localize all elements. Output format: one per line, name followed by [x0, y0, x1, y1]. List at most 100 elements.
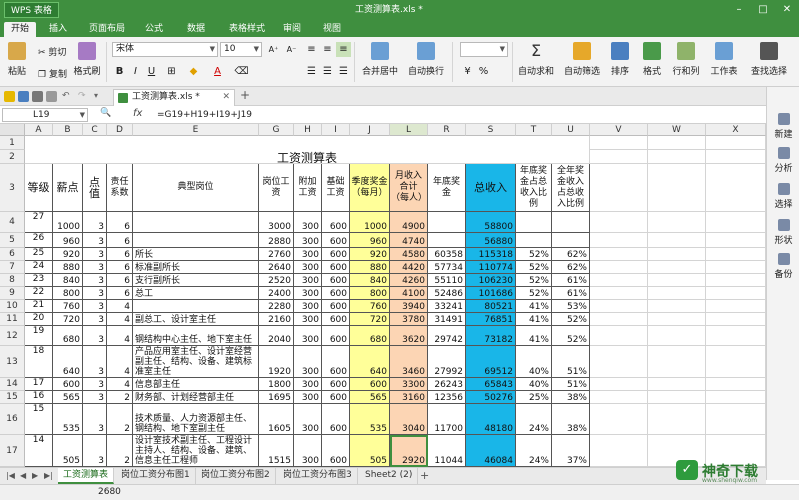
- cell-i7[interactable]: 600: [322, 261, 350, 274]
- row-header-7[interactable]: 7: [0, 261, 25, 274]
- cell-j4[interactable]: 1000: [350, 212, 390, 233]
- cell-h4[interactable]: 300: [294, 212, 322, 233]
- cell-b14[interactable]: 600: [53, 378, 83, 391]
- cell-a14[interactable]: 17: [25, 378, 53, 391]
- cell-v17[interactable]: [590, 435, 648, 467]
- cell-v15[interactable]: [590, 391, 648, 404]
- header-u[interactable]: 全年奖金收入占总收入比例: [552, 164, 590, 212]
- cell-r17[interactable]: 11044: [428, 435, 466, 467]
- tab-table-style[interactable]: 表格样式: [222, 22, 272, 37]
- cell-a6[interactable]: 25: [25, 248, 53, 261]
- cell-l4[interactable]: 4900: [390, 212, 428, 233]
- cell-w2[interactable]: [648, 150, 706, 164]
- cell-w11[interactable]: [648, 313, 706, 326]
- sidebar-item-new[interactable]: 新建: [767, 113, 799, 140]
- close-icon[interactable]: ✕: [779, 2, 795, 18]
- header-h[interactable]: 附加工资: [294, 164, 322, 212]
- header-j[interactable]: 季度奖金（每月）: [350, 164, 390, 212]
- cell-l7[interactable]: 4420: [390, 261, 428, 274]
- cell-b6[interactable]: 920: [53, 248, 83, 261]
- cell-s8[interactable]: 106230: [466, 274, 516, 287]
- cell-c6[interactable]: 3: [83, 248, 107, 261]
- cell-i6[interactable]: 600: [322, 248, 350, 261]
- cell-d6[interactable]: 6: [107, 248, 133, 261]
- cell-e4[interactable]: [133, 212, 259, 233]
- cell-x16[interactable]: [706, 404, 766, 435]
- header-a[interactable]: 等级: [25, 164, 53, 212]
- cell-v1[interactable]: [590, 136, 648, 150]
- cell-g5[interactable]: 2880: [259, 233, 294, 248]
- cell-u12[interactable]: 52%: [552, 326, 590, 346]
- cell-w1[interactable]: [648, 136, 706, 150]
- cell-a16[interactable]: 15: [25, 404, 53, 435]
- row-header-12[interactable]: 12: [0, 326, 25, 346]
- cell-u14[interactable]: 51%: [552, 378, 590, 391]
- cell-t5[interactable]: [516, 233, 552, 248]
- cell-c16[interactable]: 3: [83, 404, 107, 435]
- row-header-8[interactable]: 8: [0, 274, 25, 287]
- cell-v8[interactable]: [590, 274, 648, 287]
- cell-v16[interactable]: [590, 404, 648, 435]
- cell-g9[interactable]: 2400: [259, 287, 294, 300]
- header-e[interactable]: 典型岗位: [133, 164, 259, 212]
- column-header-w[interactable]: W: [648, 124, 706, 136]
- row-header-9[interactable]: 9: [0, 287, 25, 300]
- cell-t9[interactable]: 52%: [516, 287, 552, 300]
- maximize-icon[interactable]: □: [755, 2, 771, 18]
- tab-formulas[interactable]: 公式: [138, 22, 170, 37]
- close-tab-icon[interactable]: ✕: [222, 90, 230, 105]
- cell-j11[interactable]: 720: [350, 313, 390, 326]
- cell-a12[interactable]: 19: [25, 326, 53, 346]
- cell-e13[interactable]: 产品应用室主任、设计室经营副主任、结构、设备、建筑标准室主任: [133, 346, 259, 378]
- column-header-g[interactable]: G: [259, 124, 294, 136]
- increase-font-icon[interactable]: A⁺: [266, 42, 281, 57]
- cell-d8[interactable]: 6: [107, 274, 133, 287]
- cell-v5[interactable]: [590, 233, 648, 248]
- copy-button[interactable]: ❐ 复制: [38, 67, 67, 80]
- sidebar-item-backup[interactable]: 备份: [767, 253, 799, 280]
- cell-r5[interactable]: [428, 233, 466, 248]
- header-l[interactable]: 月收入合计（每人）: [390, 164, 428, 212]
- cell-g8[interactable]: 2520: [259, 274, 294, 287]
- cell-s10[interactable]: 80521: [466, 300, 516, 313]
- cell-w15[interactable]: [648, 391, 706, 404]
- cell-w12[interactable]: [648, 326, 706, 346]
- cell-l9[interactable]: 4100: [390, 287, 428, 300]
- cell-w6[interactable]: [648, 248, 706, 261]
- row-header-15[interactable]: 15: [0, 391, 25, 404]
- tab-page-layout[interactable]: 页面布局: [82, 22, 132, 37]
- cell-r11[interactable]: 31491: [428, 313, 466, 326]
- cell-l8[interactable]: 4260: [390, 274, 428, 287]
- cell-v2[interactable]: [590, 150, 648, 164]
- column-header-r[interactable]: R: [428, 124, 466, 136]
- cell-i5[interactable]: 600: [322, 233, 350, 248]
- cell-h11[interactable]: 300: [294, 313, 322, 326]
- sidebar-item-select[interactable]: 选择: [767, 183, 799, 210]
- cell-t12[interactable]: 41%: [516, 326, 552, 346]
- cell-t8[interactable]: 52%: [516, 274, 552, 287]
- sheet-title[interactable]: 工资测算表: [25, 136, 590, 164]
- cell-g15[interactable]: 1695: [259, 391, 294, 404]
- cell-i10[interactable]: 600: [322, 300, 350, 313]
- cell-x8[interactable]: [706, 274, 766, 287]
- cell-x13[interactable]: [706, 346, 766, 378]
- cell-b10[interactable]: 760: [53, 300, 83, 313]
- minimize-icon[interactable]: –: [731, 2, 747, 18]
- cell-s7[interactable]: 110774: [466, 261, 516, 274]
- save-icon[interactable]: [18, 91, 29, 102]
- app-menu-button[interactable]: WPS 表格: [4, 2, 59, 18]
- cell-d5[interactable]: 6: [107, 233, 133, 248]
- cell-i9[interactable]: 600: [322, 287, 350, 300]
- cell-a9[interactable]: 22: [25, 287, 53, 300]
- cell-d13[interactable]: 4: [107, 346, 133, 378]
- cell-s9[interactable]: 101686: [466, 287, 516, 300]
- cell-d12[interactable]: 4: [107, 326, 133, 346]
- cell-x14[interactable]: [706, 378, 766, 391]
- cell-u4[interactable]: [552, 212, 590, 233]
- cell-x12[interactable]: [706, 326, 766, 346]
- cell-s5[interactable]: 56880: [466, 233, 516, 248]
- find-select-button[interactable]: 查找选择: [746, 42, 792, 77]
- cell-l6[interactable]: 4580: [390, 248, 428, 261]
- column-header-b[interactable]: B: [53, 124, 83, 136]
- row-header-10[interactable]: 10: [0, 300, 25, 313]
